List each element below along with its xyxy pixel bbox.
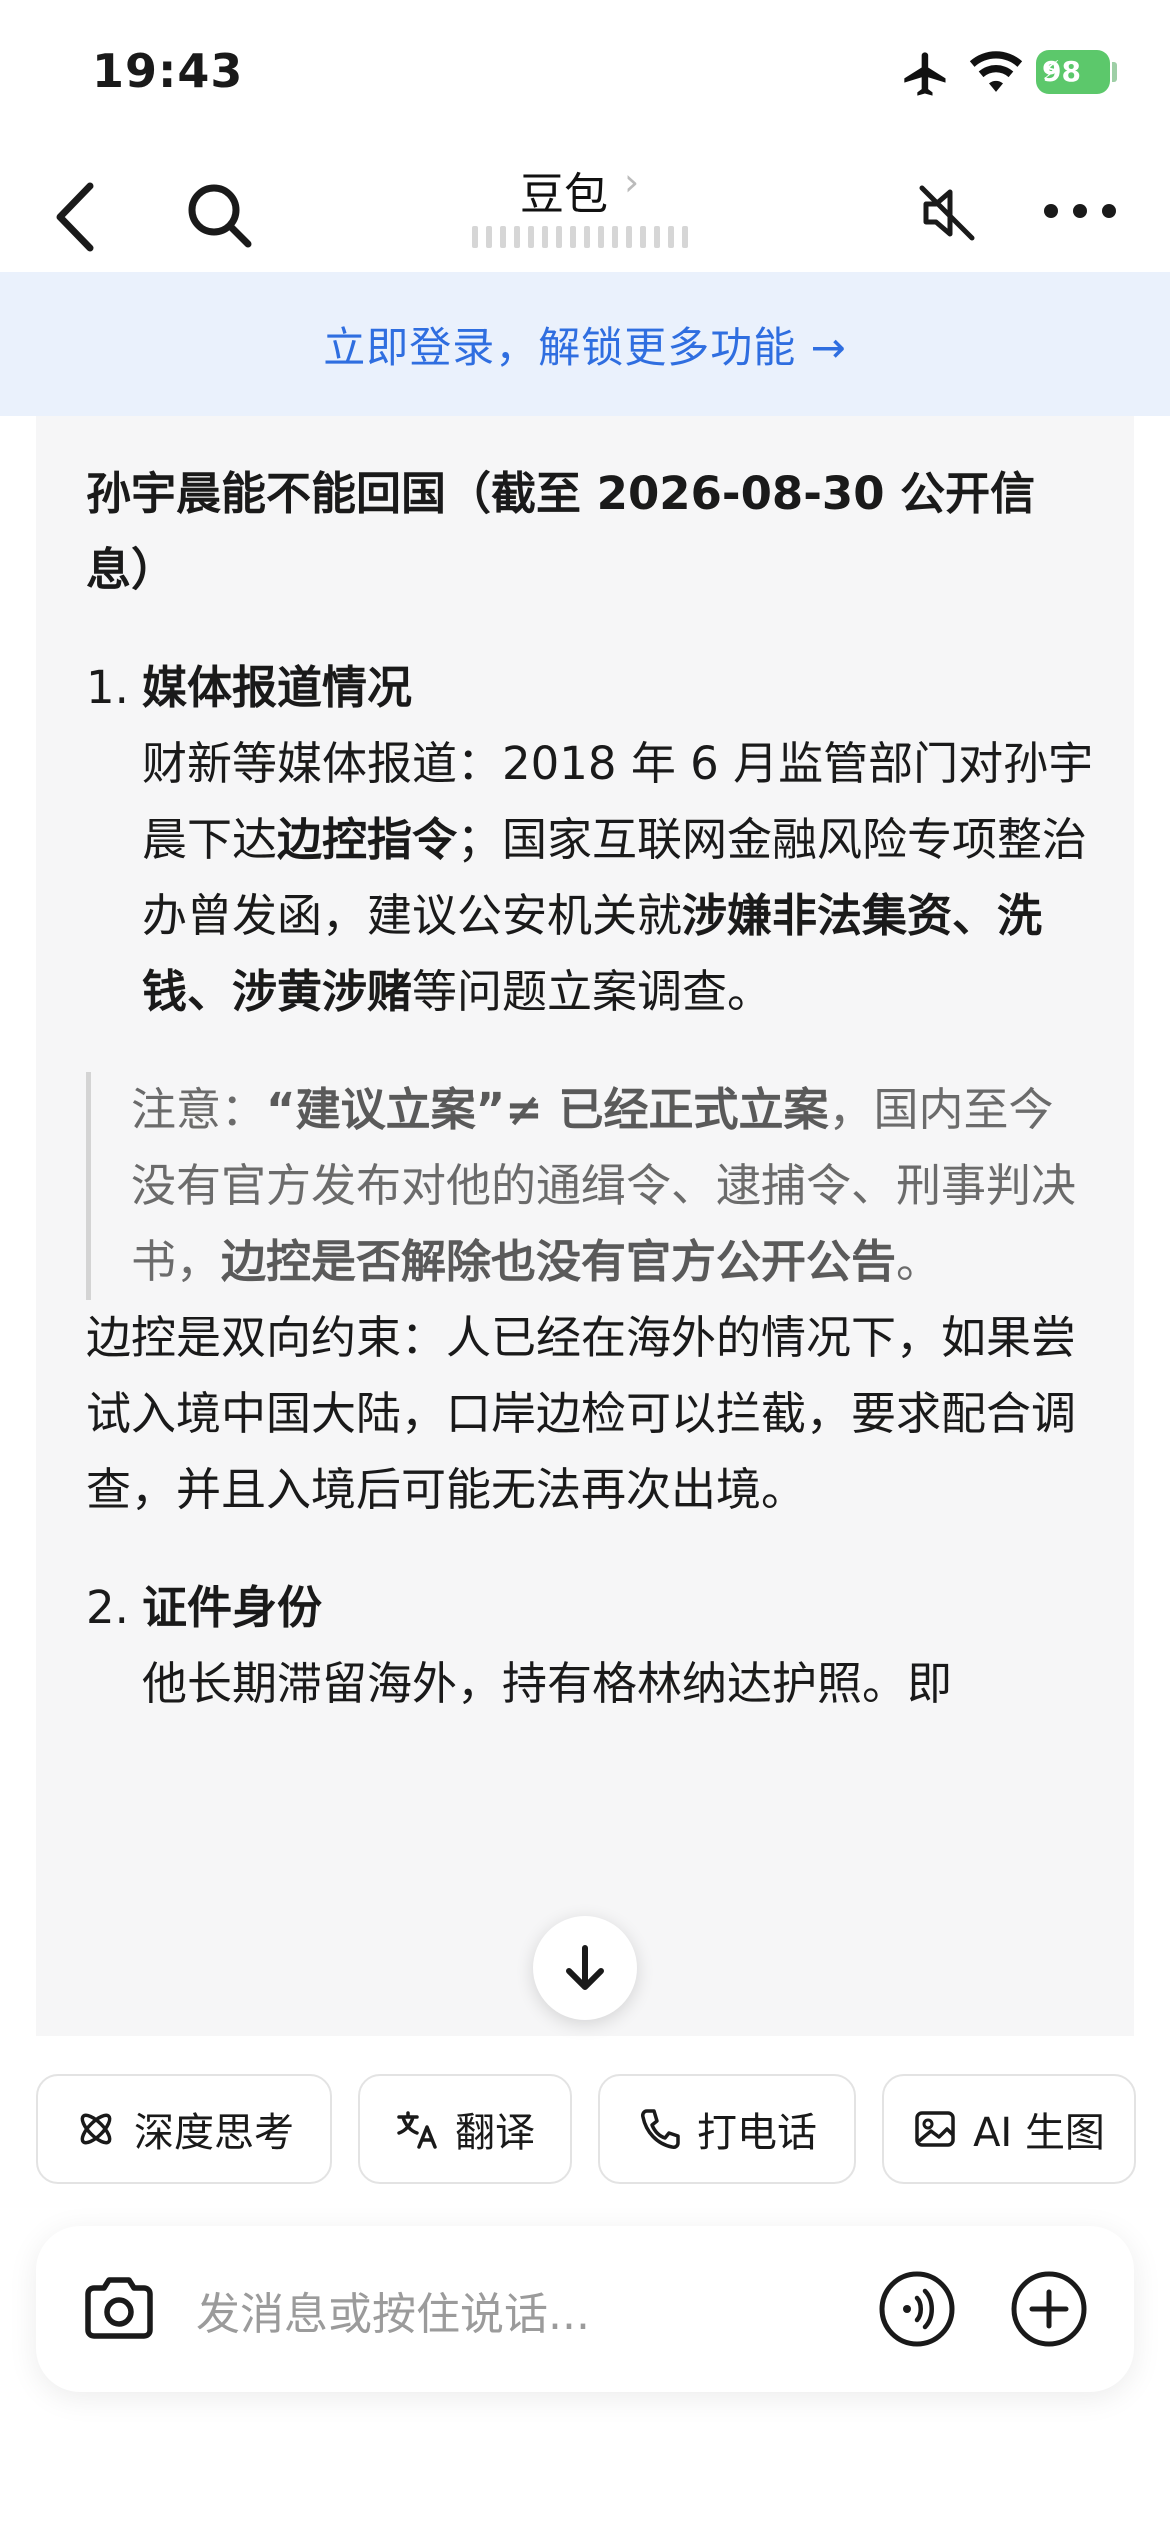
chip-label: 深度思考 [134,2110,294,2156]
paragraph: 边控是双向约束：人已经在海外的情况下，如果尝试入境中国大陆，口岸边检可以拦截，要… [86,1311,1077,1516]
status-time: 19:43 [92,44,244,98]
chip-label: AI 生图 [973,2110,1105,2156]
message-input[interactable]: 发消息或按住说话... [196,2278,590,2342]
message-input-bar: 发消息或按住说话... [36,2226,1134,2392]
message-content: 孙宇晨能不能回国（截至 2026-08-30 公开信息） 1. 媒体报道情况 财新… [86,456,1096,1722]
body-text: 等问题立案调查。 [412,965,773,1018]
atom-icon [80,2113,112,2145]
nav-bar: 豆包 › [0,140,1170,272]
voice-waveform [472,222,692,248]
note-bold: 边控是否解除也没有官方公开公告 [221,1235,897,1288]
list-item: 1. 媒体报道情况 财新等媒体报道：2018 年 6 月监管部门对孙宇晨下达边控指… [86,650,1096,1030]
list-number: 2. [86,1581,129,1634]
wifi-icon [969,51,1023,92]
page-title[interactable]: 豆包 [520,158,608,222]
body-bold: 边控指令 [277,813,458,866]
chip-deep-thinking[interactable]: 深度思考 [36,2074,332,2184]
back-icon[interactable] [50,180,104,254]
quick-action-row: 深度思考 翻译 打电话 AI 生图 [36,2074,1136,2188]
status-bar: 19:43 98 ⚡ [0,0,1170,140]
image-icon [915,2111,955,2147]
section-body: 财新等媒体报道：2018 年 6 月监管部门对孙宇晨下达边控指令；国家互联网金融… [86,726,1096,1030]
mute-icon[interactable] [914,180,980,246]
login-banner[interactable]: 立即登录，解锁更多功能 → [0,272,1170,416]
battery-cap [1112,62,1117,82]
chip-translate[interactable]: 翻译 [358,2074,572,2184]
section-title: 证件身份 [142,1581,323,1634]
scroll-to-bottom-button[interactable] [533,1916,637,2020]
note-blockquote: 注意：“建议立案”≠ 已经正式立案，国内至今没有官方发布对他的通缉令、逮捕令、刑… [86,1072,1096,1300]
search-icon[interactable] [184,180,256,252]
note-bold: “建议立案”≠ 已经正式立案 [266,1083,829,1136]
list-number: 1. [86,661,129,714]
plus-icon[interactable] [1010,2270,1088,2348]
translate-icon [397,2111,437,2149]
more-icon[interactable] [1044,204,1116,224]
login-banner-text[interactable]: 立即登录，解锁更多功能 → [323,314,847,375]
section-title: 媒体报道情况 [142,661,413,714]
chip-label: 打电话 [697,2110,817,2156]
chevron-right-icon: › [624,160,640,204]
camera-icon[interactable] [82,2274,156,2342]
assistant-message: 孙宇晨能不能回国（截至 2026-08-30 公开信息） 1. 媒体报道情况 财新… [36,416,1134,2036]
message-heading: 孙宇晨能不能回国（截至 2026-08-30 公开信息） [86,467,1036,596]
airplane-icon [904,52,946,96]
arrow-down-icon [566,1945,604,1990]
voice-icon[interactable] [878,2270,956,2348]
list-item: 2. 证件身份 他长期滞留海外，持有格林纳达护照。即 [86,1570,1096,1722]
charging-bolt-icon: ⚡ [1042,56,1061,86]
chip-call[interactable]: 打电话 [598,2074,856,2184]
chip-ai-image[interactable]: AI 生图 [882,2074,1136,2184]
battery-icon: 98 ⚡ [1036,50,1110,94]
note-text: 。 [896,1235,942,1288]
phone-icon [641,2109,680,2149]
section-body: 他长期滞留海外，持有格林纳达护照。即 [142,1657,953,1710]
note-prefix: 注意： [131,1083,267,1136]
chip-label: 翻译 [455,2110,535,2156]
